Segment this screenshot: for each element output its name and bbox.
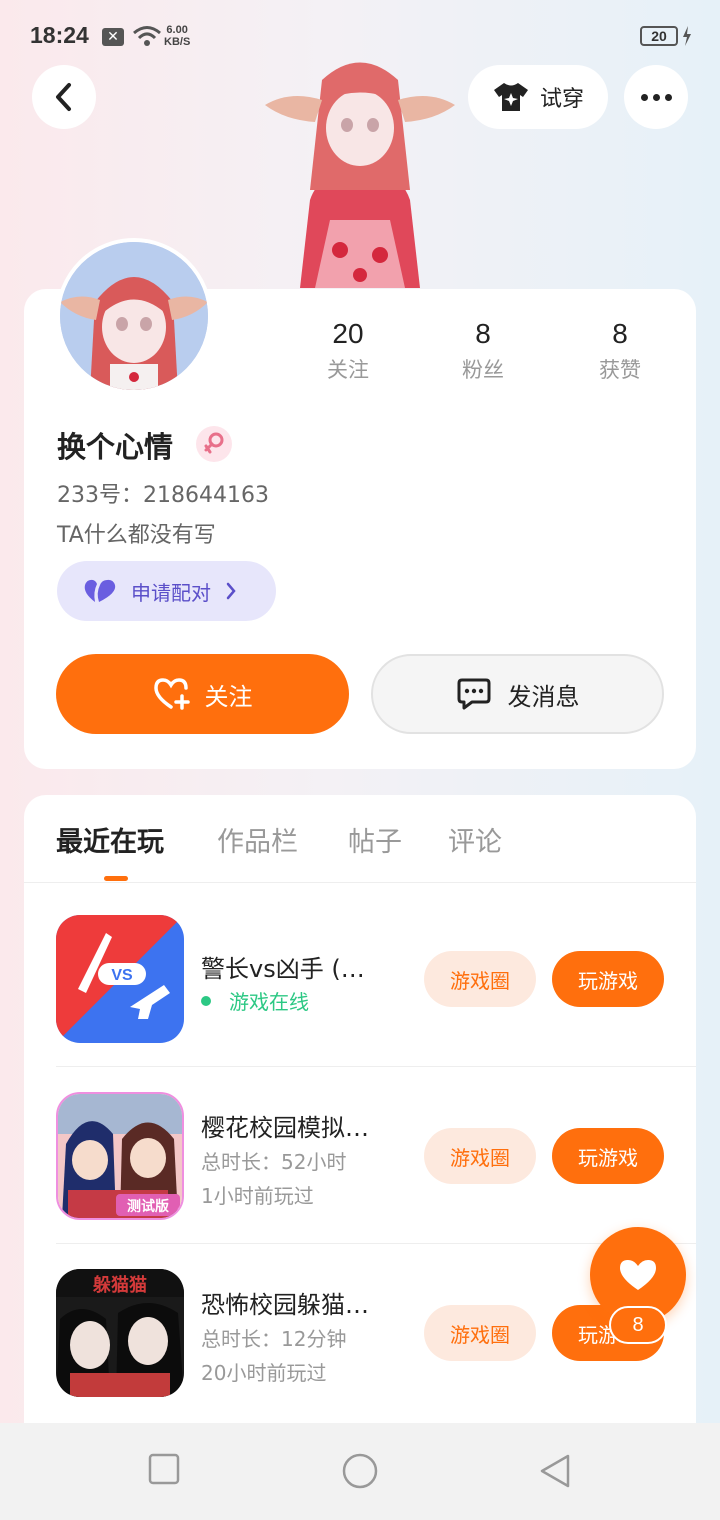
stat-value: 8 xyxy=(612,318,628,349)
game-last-played: 20小时前玩过 xyxy=(201,1361,327,1385)
game-circle-button[interactable]: 游戏圈 xyxy=(424,1305,536,1361)
user-id: 233号：218644163 xyxy=(57,483,269,508)
message-label: 发消息 xyxy=(507,682,580,711)
game-title: 樱花校园模拟… xyxy=(201,1114,369,1142)
online-label: 游戏在线 xyxy=(229,990,309,1014)
heart-icon xyxy=(620,1260,656,1290)
net-speed-unit: KB/S xyxy=(164,36,191,48)
stat-label: 粉丝 xyxy=(462,358,504,382)
system-nav-bar xyxy=(0,1423,720,1520)
recent-apps-icon[interactable] xyxy=(148,1453,180,1485)
game-title: 警长vs凶手 (… xyxy=(201,955,365,983)
hide-seek-badge: 躲猫猫 xyxy=(93,1274,147,1296)
game-duration: 总时长：52小时 xyxy=(201,1150,347,1174)
avatar-figure[interactable] xyxy=(260,50,460,290)
heart-plus-icon xyxy=(153,678,190,710)
follow-label: 关注 xyxy=(204,682,253,711)
avatar-image xyxy=(60,242,208,390)
avatar[interactable] xyxy=(56,238,212,394)
tryon-button[interactable]: 试穿 xyxy=(468,65,608,129)
game-duration: 总时长：12分钟 xyxy=(201,1327,347,1351)
bio: TA什么都没有写 xyxy=(57,523,216,548)
more-dot xyxy=(640,93,648,101)
vs-badge: VS xyxy=(111,967,133,984)
stat-value: 20 xyxy=(332,318,364,349)
tab-recent-playing[interactable]: 最近在玩 xyxy=(56,820,164,859)
stat-followers[interactable]: 8 粉丝 xyxy=(423,318,543,384)
online-dot xyxy=(201,995,211,1006)
game-title: 恐怖校园躲猫… xyxy=(201,1291,369,1319)
tab-indicator xyxy=(104,876,128,881)
charging-icon xyxy=(683,26,691,46)
more-button[interactable] xyxy=(624,65,688,129)
net-speed: 6.00 KB/S xyxy=(164,24,190,48)
chevron-left-icon xyxy=(56,83,71,111)
play-game-button[interactable]: 玩游戏 xyxy=(552,951,664,1007)
game-row[interactable]: VS 警长vs凶手 (… 游戏在线 游戏圈 玩游戏 xyxy=(24,891,696,1067)
tab-posts[interactable]: 帖子 xyxy=(348,820,402,859)
tab-works[interactable]: 作品栏 xyxy=(217,820,298,859)
game-online-status: 游戏在线 xyxy=(201,986,309,1015)
pair-label: 申请配对 xyxy=(131,580,211,605)
chevron-right-icon xyxy=(226,582,236,600)
back-triangle-icon[interactable] xyxy=(538,1453,572,1489)
play-game-button[interactable]: 玩游戏 xyxy=(552,1128,664,1184)
stat-label: 获赞 xyxy=(599,358,641,382)
back-button[interactable] xyxy=(32,65,96,129)
status-time: 18:24 xyxy=(30,22,89,48)
tab-comments[interactable]: 评论 xyxy=(448,820,502,859)
home-icon[interactable] xyxy=(341,1452,379,1490)
game-icon-sakura-school[interactable]: 测试版 xyxy=(56,1092,184,1220)
game-icon-sheriff-vs-killer[interactable]: VS xyxy=(56,915,184,1043)
more-dot xyxy=(652,93,660,101)
message-button[interactable]: 发消息 xyxy=(371,654,664,734)
tshirt-icon xyxy=(493,83,528,111)
net-speed-value: 6.00 xyxy=(166,24,188,36)
more-dot xyxy=(664,93,672,101)
nickname: 换个心情 xyxy=(57,430,174,464)
battery-indicator: 20 xyxy=(640,26,678,46)
wifi-icon xyxy=(133,26,161,46)
follow-button[interactable]: 关注 xyxy=(56,654,349,734)
row-divider xyxy=(56,1066,696,1067)
profile-stats: 20 关注 8 粉丝 8 获赞 xyxy=(280,318,690,388)
chat-bubble-icon xyxy=(457,678,490,710)
stat-value: 8 xyxy=(475,318,491,349)
pair-request-button[interactable]: 申请配对 xyxy=(57,561,276,621)
like-count: 8 xyxy=(609,1306,667,1344)
female-icon xyxy=(196,426,232,462)
game-row[interactable]: 测试版 樱花校园模拟… 总时长：52小时 1小时前玩过 游戏圈 玩游戏 xyxy=(24,1068,696,1244)
game-circle-button[interactable]: 游戏圈 xyxy=(424,1128,536,1184)
hearts-icon xyxy=(84,579,116,602)
tab-divider xyxy=(24,882,696,883)
tryon-label: 试穿 xyxy=(539,87,584,112)
test-version-badge: 测试版 xyxy=(127,1198,169,1215)
stat-label: 关注 xyxy=(327,358,369,382)
x-box-icon: ✕ xyxy=(102,28,124,46)
game-circle-button[interactable]: 游戏圈 xyxy=(424,951,536,1007)
game-last-played: 1小时前玩过 xyxy=(201,1184,314,1208)
stat-following[interactable]: 20 关注 xyxy=(288,318,408,384)
stat-likes[interactable]: 8 获赞 xyxy=(560,318,680,384)
game-icon-horror-school[interactable]: 躲猫猫 xyxy=(56,1269,184,1397)
